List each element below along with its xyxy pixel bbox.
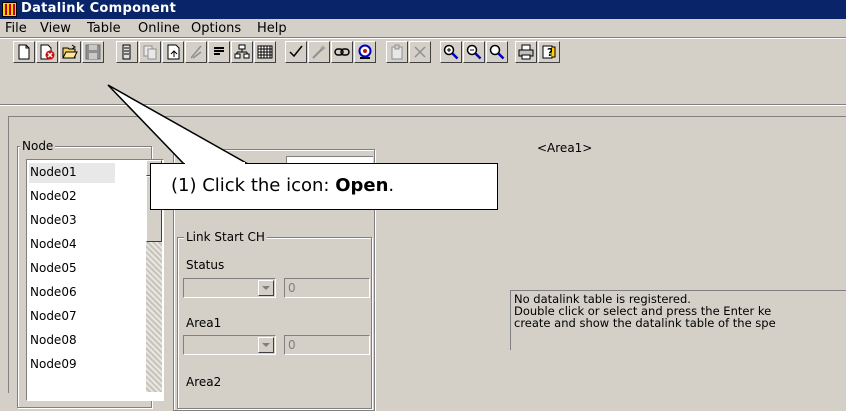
instruction-callout: (1) Click the icon: Open. — [150, 163, 498, 210]
callout-text: (1) Click the icon: — [171, 175, 336, 196]
callout-suffix: . — [388, 175, 395, 196]
callout-join — [185, 162, 245, 165]
callout-bold-text: Open — [335, 175, 389, 196]
